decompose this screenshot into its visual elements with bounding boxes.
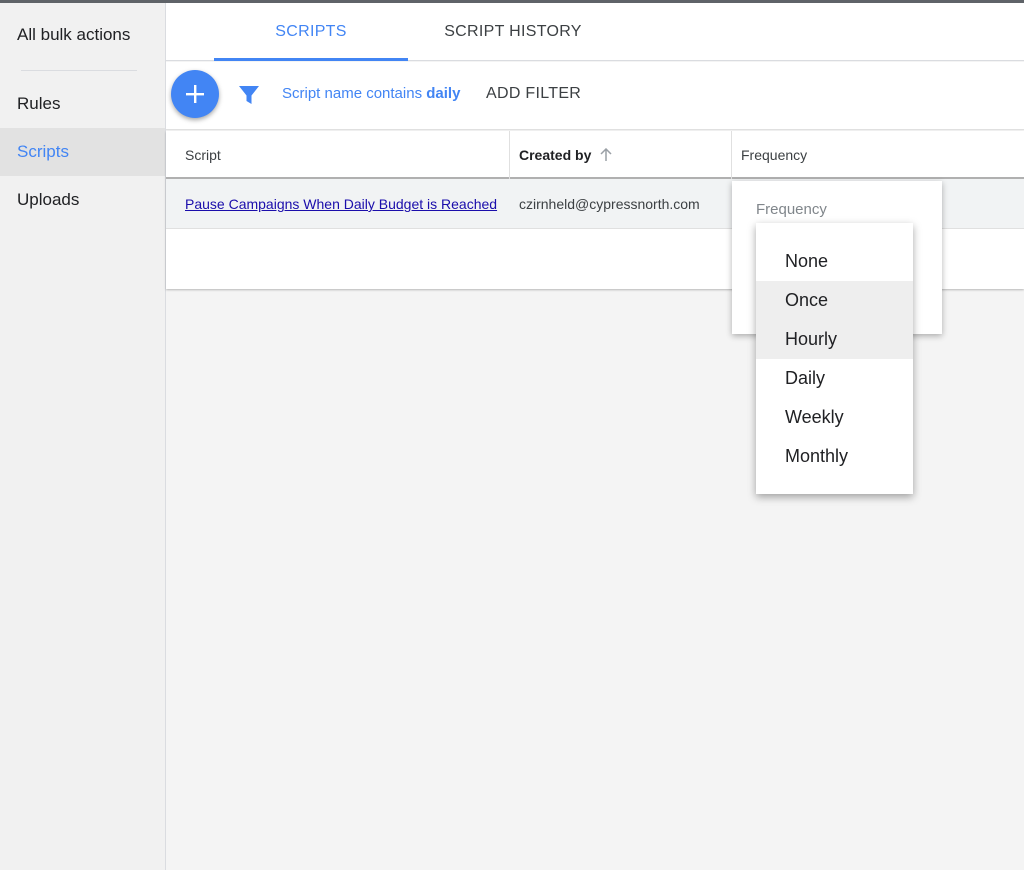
column-header-label: Created by <box>519 147 592 163</box>
column-header-label: Frequency <box>741 147 808 163</box>
sidebar-item-label: Rules <box>17 94 61 113</box>
filter-funnel-icon[interactable] <box>238 84 260 106</box>
frequency-dropdown-menu: None Once Hourly Daily Weekly Monthly <box>756 223 913 494</box>
table-header: Script Created by Frequency <box>166 131 1024 179</box>
tab-label: SCRIPTS <box>275 22 347 40</box>
add-script-button[interactable] <box>171 70 219 118</box>
toolbar: Script name contains daily ADD FILTER <box>166 62 1024 130</box>
plus-icon <box>186 85 204 103</box>
column-header-script[interactable]: Script <box>185 131 221 179</box>
column-header-label: Script <box>185 147 221 163</box>
tab-script-history[interactable]: SCRIPT HISTORY <box>428 3 598 60</box>
sidebar-item-uploads[interactable]: Uploads <box>0 176 165 224</box>
frequency-option-monthly[interactable]: Monthly <box>756 437 913 476</box>
frequency-option-weekly[interactable]: Weekly <box>756 398 913 437</box>
add-filter-button[interactable]: ADD FILTER <box>486 85 581 103</box>
frequency-option-none[interactable]: None <box>756 242 913 281</box>
script-name-link[interactable]: Pause Campaigns When Daily Budget is Rea… <box>185 179 497 229</box>
tab-scripts[interactable]: SCRIPTS <box>214 3 408 61</box>
filter-value: daily <box>426 85 461 102</box>
tab-label: SCRIPT HISTORY <box>444 22 582 40</box>
filter-chip-script-name[interactable]: Script name contains daily <box>282 85 460 102</box>
created-by-cell: czirnheld@cypressnorth.com <box>519 196 700 212</box>
sidebar-item-label: All bulk actions <box>17 25 131 44</box>
filter-prefix: Script name contains <box>282 85 423 102</box>
sidebar: All bulk actions Rules Scripts Uploads <box>0 3 166 870</box>
frequency-option-hourly[interactable]: Hourly <box>756 320 913 359</box>
sidebar-divider <box>21 70 137 71</box>
column-header-created-by[interactable]: Created by <box>519 131 613 179</box>
frequency-option-once[interactable]: Once <box>756 281 913 320</box>
frequency-field-label: Frequency <box>756 201 827 218</box>
sidebar-item-label: Uploads <box>17 190 80 209</box>
sidebar-item-scripts[interactable]: Scripts <box>0 128 165 176</box>
sidebar-item-rules[interactable]: Rules <box>0 80 165 128</box>
column-divider <box>731 131 732 179</box>
add-filter-label: ADD FILTER <box>486 85 582 102</box>
column-header-frequency[interactable]: Frequency <box>741 131 807 179</box>
sidebar-item-all-bulk-actions[interactable]: All bulk actions <box>0 11 165 59</box>
tab-bar: SCRIPTS SCRIPT HISTORY <box>166 3 1024 61</box>
arrow-up-icon <box>600 148 612 161</box>
sidebar-item-label: Scripts <box>17 142 69 161</box>
frequency-option-daily[interactable]: Daily <box>756 359 913 398</box>
